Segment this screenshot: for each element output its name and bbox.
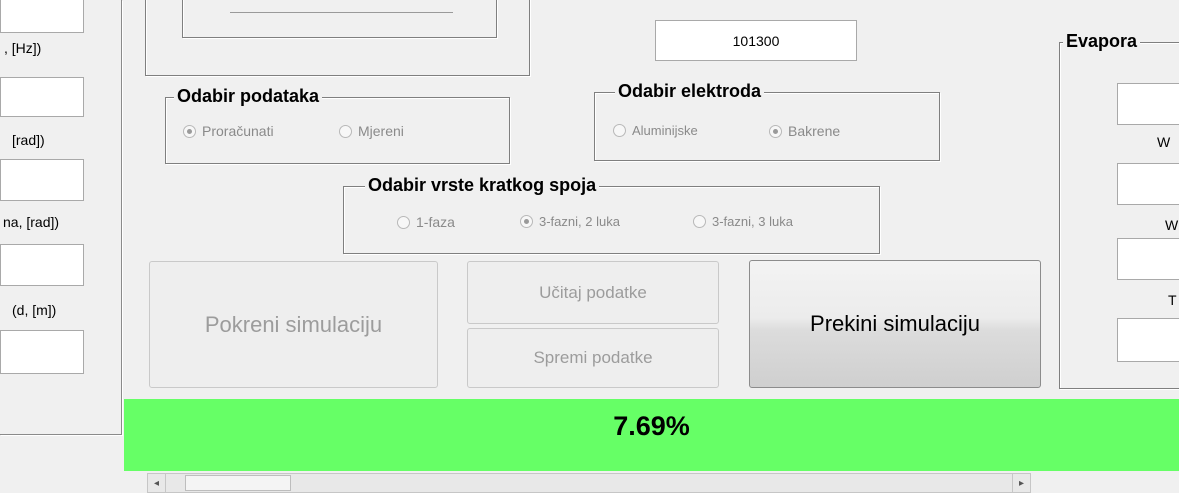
- left-field-top[interactable]: [0, 0, 84, 33]
- electrode-group-title: Odabir elektroda: [615, 81, 765, 102]
- radio-measured[interactable]: Mjereni: [339, 123, 404, 139]
- radio-copper-label: Bakrene: [788, 123, 841, 139]
- radio-measured-dot: [339, 124, 352, 138]
- radio-1-phase[interactable]: 1-faza: [397, 214, 455, 230]
- save-data-button[interactable]: Spremi podatke: [467, 328, 719, 388]
- left-field-rad1[interactable]: [0, 159, 84, 201]
- radio-aluminium[interactable]: Aluminijske: [613, 123, 698, 138]
- evaporation-field-1[interactable]: [1117, 83, 1179, 125]
- progress-text: 7.69%: [613, 411, 690, 441]
- left-label-rad2: na, [rad]): [3, 214, 60, 230]
- left-label-dm: (d, [m]): [12, 302, 57, 318]
- evaporation-field-4[interactable]: [1117, 318, 1179, 362]
- left-field-rad2[interactable]: [0, 244, 84, 286]
- horizontal-scrollbar[interactable]: ◂ ▸: [147, 473, 1031, 493]
- radio-copper-dot: [769, 124, 782, 138]
- radio-calculated-dot: [183, 124, 196, 138]
- scroll-right-arrow-icon[interactable]: ▸: [1012, 474, 1030, 492]
- evaporation-field-2[interactable]: (: [1117, 163, 1179, 205]
- load-data-button[interactable]: Učitaj podatke: [467, 261, 719, 324]
- radio-3-phase-3-arcs-label: 3-fazni, 3 luka: [712, 214, 793, 229]
- short-circuit-group-title: Odabir vrste kratkog spoja: [365, 175, 600, 196]
- radio-aluminium-label: Aluminijske: [632, 123, 698, 138]
- evaporation-group-title: Evapora: [1063, 31, 1141, 52]
- radio-copper[interactable]: Bakrene: [769, 123, 840, 139]
- left-field-dm[interactable]: [0, 330, 84, 374]
- radio-1-phase-label: 1-faza: [416, 214, 455, 230]
- run-simulation-button[interactable]: Pokreni simulaciju: [149, 261, 438, 388]
- top-inner-frame: [182, 0, 497, 38]
- scroll-left-arrow-icon[interactable]: ◂: [148, 474, 166, 492]
- radio-3-phase-3-arcs[interactable]: 3-fazni, 3 luka: [693, 214, 793, 229]
- left-label-hz: , [Hz]): [4, 40, 42, 56]
- evaporation-field-3[interactable]: [1117, 238, 1179, 280]
- stop-simulation-button[interactable]: Prekini simulaciju: [749, 260, 1041, 388]
- radio-calculated-label: Proračunati: [202, 123, 274, 139]
- radio-3-phase-3-arcs-dot: [693, 215, 706, 228]
- radio-measured-label: Mjereni: [358, 123, 404, 139]
- progress-bar: 7.69%: [124, 399, 1179, 471]
- scroll-thumb[interactable]: [185, 475, 291, 491]
- radio-3-phase-2-arcs-label: 3-fazni, 2 luka: [539, 214, 620, 229]
- radio-3-phase-2-arcs[interactable]: 3-fazni, 2 luka: [520, 214, 620, 229]
- evaporation-label-3: T: [1168, 292, 1177, 308]
- evaporation-label-2: W: [1165, 217, 1179, 233]
- left-field-hz[interactable]: [0, 77, 84, 117]
- radio-1-phase-dot: [397, 215, 410, 229]
- radio-calculated[interactable]: Proračunati: [183, 123, 274, 139]
- pressure-field[interactable]: 101300: [655, 20, 857, 61]
- data-source-group-title: Odabir podataka: [174, 86, 323, 107]
- top-inner-line: [230, 12, 453, 13]
- radio-3-phase-2-arcs-dot: [520, 215, 533, 228]
- left-label-rad1: [rad]): [12, 132, 45, 148]
- radio-aluminium-dot: [613, 124, 626, 137]
- evaporation-label-1: W: [1157, 134, 1171, 150]
